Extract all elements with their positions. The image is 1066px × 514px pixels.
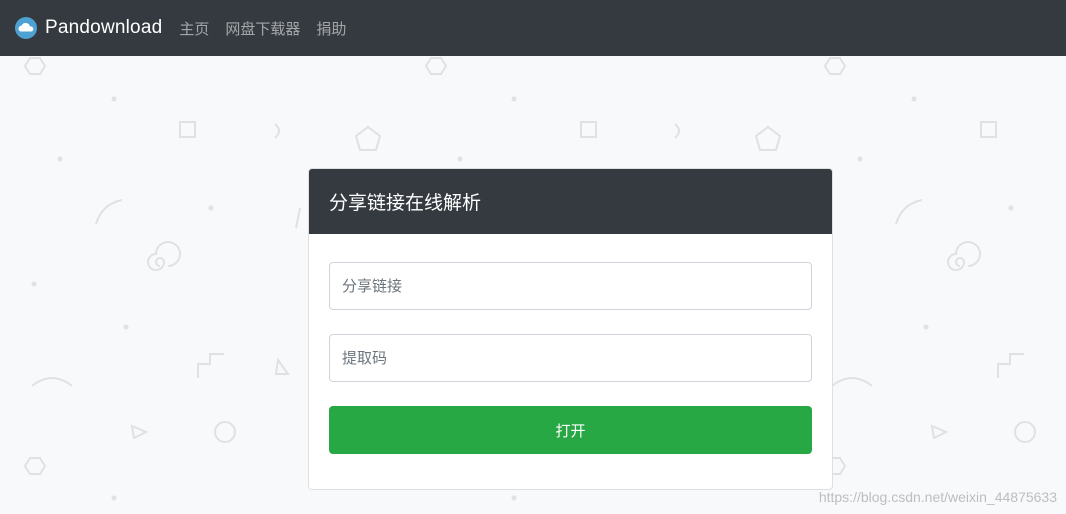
share-link-input[interactable] — [329, 262, 812, 310]
extraction-code-input[interactable] — [329, 334, 812, 382]
card-header: 分享链接在线解析 — [309, 169, 832, 234]
brand-name: Pandownload — [45, 17, 163, 38]
watermark: https://blog.csdn.net/weixin_44875633 — [818, 489, 1057, 505]
nav-link-donate[interactable]: 捐助 — [316, 18, 346, 39]
card-body: 打开 — [309, 234, 832, 474]
top-navbar: Pandownload 主页 网盘下载器 捐助 — [0, 0, 1066, 56]
nav-link-home[interactable]: 主页 — [179, 18, 209, 39]
nav-links: 主页 网盘下载器 捐助 — [179, 18, 362, 39]
open-button[interactable]: 打开 — [329, 406, 812, 454]
nav-link-downloader[interactable]: 网盘下载器 — [225, 18, 300, 39]
cloud-icon — [15, 17, 37, 39]
parse-card: 分享链接在线解析 打开 — [308, 168, 833, 490]
brand-link[interactable]: Pandownload — [14, 16, 162, 40]
card-title: 分享链接在线解析 — [329, 192, 482, 214]
